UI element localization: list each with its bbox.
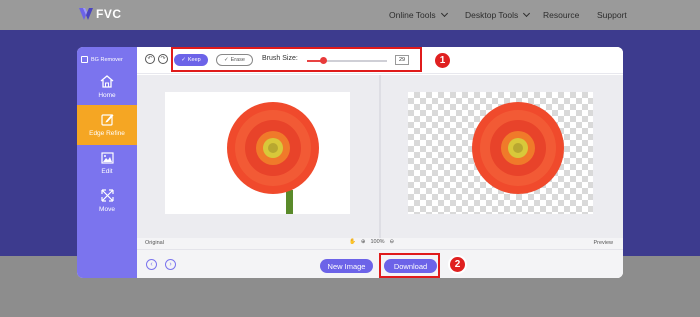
nav-online-tools[interactable]: Online Tools: [389, 9, 448, 20]
sidebar-item-edge-refine[interactable]: Edge Refine: [77, 105, 137, 145]
redo-button[interactable]: ↷: [158, 54, 168, 64]
edit-square-icon: [100, 114, 113, 126]
brand-logo[interactable]: FVC: [78, 7, 122, 21]
zoom-controls: ✋ ⊕ 100% ⊖: [349, 239, 394, 245]
nav-label: Desktop Tools: [465, 10, 519, 20]
view-statusbar: Original ✋ ⊕ 100% ⊖ Preview: [137, 238, 623, 249]
callout-box-toolbar: [171, 47, 422, 72]
nav-support[interactable]: Support: [597, 10, 627, 20]
sidebar-item-label: Home: [98, 92, 116, 99]
hand-icon[interactable]: ✋: [349, 239, 356, 245]
move-icon: [100, 189, 114, 202]
previous-button[interactable]: ‹: [146, 259, 157, 270]
redo-icon: ↷: [160, 56, 166, 62]
original-label: Original: [145, 240, 164, 246]
callout-badge: 2: [448, 255, 467, 274]
top-navigation: FVC Online Tools Desktop Tools Resource …: [0, 0, 700, 30]
sidebar-item-move[interactable]: Move: [77, 181, 137, 221]
original-image[interactable]: [165, 92, 350, 214]
flower-image: [227, 102, 319, 214]
preview-image[interactable]: [408, 92, 593, 214]
callout-badge: 1: [433, 51, 452, 70]
brand-name: FVC: [96, 7, 122, 21]
sidebar: BG Remover Home Edge Refine Edit Move: [77, 47, 137, 278]
sidebar-item-label: Move: [99, 206, 115, 213]
sidebar-title: BG Remover: [81, 56, 123, 63]
new-image-button[interactable]: New Image: [320, 259, 373, 273]
nav-label: Online Tools: [389, 10, 436, 20]
next-button[interactable]: ›: [165, 259, 176, 270]
nav-label: Resource: [543, 10, 580, 20]
chevron-down-icon: [440, 9, 448, 18]
undo-button[interactable]: ↶: [145, 54, 155, 64]
home-icon: [100, 75, 114, 88]
callout-box-download: [379, 253, 440, 278]
image-icon: [100, 151, 114, 164]
original-pane: [137, 75, 379, 238]
bg-remover-icon: [81, 56, 88, 63]
chevron-left-icon: ‹: [150, 261, 153, 268]
cutout-flower-image: [472, 102, 564, 194]
fvc-logo-icon: [79, 8, 93, 20]
editor-area: ↶ ↷ ✓ Keep ✓ Erase Brush Size: 29 Origin…: [137, 47, 623, 278]
bg-remover-app: BG Remover Home Edge Refine Edit Move ↶ …: [77, 47, 623, 278]
zoom-level: 100%: [370, 239, 385, 245]
zoom-out-icon[interactable]: ⊖: [390, 239, 395, 245]
sidebar-item-label: Edge Refine: [89, 130, 125, 137]
sidebar-title-label: BG Remover: [91, 56, 123, 63]
chevron-down-icon: [523, 9, 531, 18]
nav-desktop-tools[interactable]: Desktop Tools: [465, 9, 531, 20]
undo-icon: ↶: [147, 56, 153, 62]
chevron-right-icon: ›: [169, 261, 172, 268]
nav-label: Support: [597, 10, 627, 20]
preview-pane: [381, 75, 623, 238]
sidebar-item-label: Edit: [101, 167, 113, 175]
preview-label: Preview: [593, 240, 613, 246]
nav-resource[interactable]: Resource: [543, 10, 579, 20]
sidebar-item-edit[interactable]: Edit: [77, 143, 137, 183]
zoom-in-icon[interactable]: ⊕: [361, 239, 366, 245]
sidebar-item-home[interactable]: Home: [77, 67, 137, 107]
